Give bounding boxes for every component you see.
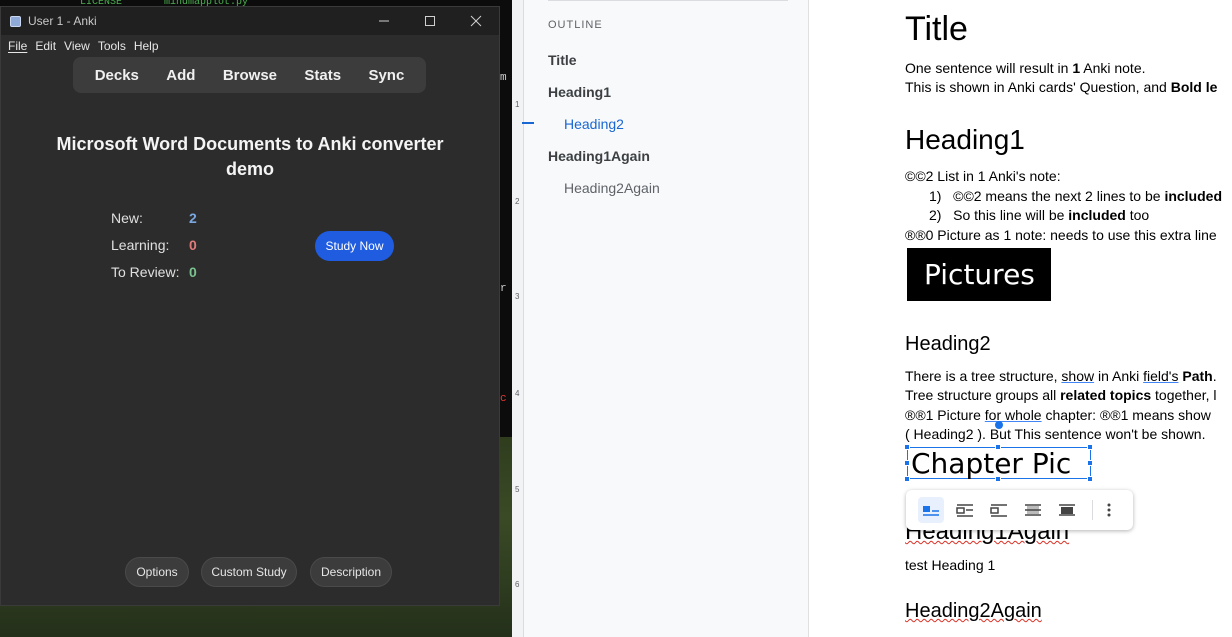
outline-item-title[interactable]: Title [548,52,577,68]
outline-item-heading2again[interactable]: Heading2Again [564,180,660,196]
menu-help[interactable]: Help [134,39,159,53]
outline-item-heading1[interactable]: Heading1 [548,84,611,100]
maximize-button[interactable] [407,7,453,35]
doc-image-pictures[interactable]: Pictures [907,248,1051,301]
outline-item-heading1again[interactable]: Heading1Again [548,148,650,164]
options-button[interactable]: Options [125,557,189,587]
minimize-icon [379,20,389,22]
doc-list-item[interactable]: 2) So this line will be included too [929,206,1149,225]
deck-title: Microsoft Word Documents to Anki convert… [56,134,444,179]
resize-handle[interactable] [995,444,1001,450]
doc-paragraph[interactable]: One sentence will result in 1 Anki note. [905,59,1146,78]
stat-learning-value: 0 [189,237,197,253]
menu-tools[interactable]: Tools [98,39,126,53]
custom-study-button[interactable]: Custom Study [201,557,297,587]
in-front-of-text-icon[interactable] [1054,497,1080,523]
menubar: File Edit View Tools Help [1,35,499,57]
inline-icon[interactable] [918,497,944,523]
description-button[interactable]: Description [310,557,392,587]
toolbar-separator [1092,500,1093,520]
doc-paragraph[interactable]: ( Heading2 ). But This sentence won't be… [905,425,1205,444]
more-options-icon[interactable] [1101,497,1117,523]
outline-active-indicator [522,122,534,124]
doc-paragraph[interactable]: There is a tree structure, show in Anki … [905,367,1217,386]
toolbar-sync[interactable]: Sync [368,67,404,84]
resize-handle[interactable] [904,476,910,482]
close-icon [470,15,482,27]
menu-edit[interactable]: Edit [35,39,56,53]
close-button[interactable] [453,7,499,35]
doc-paragraph[interactable]: ®®1 Picture for whole chapter: ®®1 means… [905,406,1211,425]
terminal-fragment: c [500,393,507,405]
resize-handle[interactable] [904,444,910,450]
toolbar-browse[interactable]: Browse [223,67,277,84]
resize-handle[interactable] [995,476,1001,482]
main-toolbar: Decks Add Browse Stats Sync [73,57,426,93]
anki-app-icon [10,15,21,27]
stat-review-value: 0 [189,264,197,280]
resize-handle[interactable] [1087,460,1093,466]
menu-file[interactable]: File [8,39,27,53]
resize-handle[interactable] [1087,476,1093,482]
doc-paragraph[interactable]: Tree structure groups all related topics… [905,386,1217,405]
doc-paragraph[interactable]: This is shown in Anki cards' Question, a… [905,78,1217,97]
toolbar-add[interactable]: Add [166,67,195,84]
toolbar-decks[interactable]: Decks [95,67,139,84]
resize-handle[interactable] [904,460,910,466]
terminal-fragment: m [500,72,507,84]
stat-review-label: To Review: [111,264,180,280]
break-text-icon[interactable] [986,497,1012,523]
doc-heading2[interactable]: Heading2 [905,333,991,356]
ruler-mark: 3 [515,292,520,301]
doc-heading2again[interactable]: Heading2Again [905,600,1042,623]
wrap-text-icon[interactable] [952,497,978,523]
window-title: User 1 - Anki [28,14,97,28]
window-titlebar[interactable]: User 1 - Anki [1,7,499,35]
doc-image-chapter-pic[interactable]: Chapter Pic [907,447,1091,480]
doc-list-item[interactable]: 1) ©©2 means the next 2 lines to be incl… [929,187,1222,206]
divider [548,0,788,1]
minimize-button[interactable] [361,7,407,35]
stat-learning-label: Learning: [111,237,170,253]
ruler-mark: 4 [515,389,520,398]
ruler-mark: 1 [515,100,520,109]
behind-text-icon[interactable] [1020,497,1046,523]
doc-heading1[interactable]: Heading1 [905,124,1025,156]
menu-view[interactable]: View [64,39,90,53]
ruler-mark: 5 [515,485,520,494]
vertical-ruler: 1 2 3 4 5 6 [512,0,524,637]
study-now-button[interactable]: Study Now [315,231,394,261]
image-options-toolbar [906,490,1133,530]
ruler-mark: 6 [515,580,520,589]
resize-handle[interactable] [1087,444,1093,450]
anki-window: User 1 - Anki File Edit View Tools Help … [0,6,500,606]
outline-heading: OUTLINE [548,19,603,31]
outline-item-heading2[interactable]: Heading2 [564,116,624,132]
stat-new-value: 2 [189,210,197,226]
toolbar-stats[interactable]: Stats [304,67,341,84]
stat-new-label: New: [111,210,143,226]
rotate-handle[interactable] [995,421,1003,429]
doc-paragraph[interactable]: ®®0 Picture as 1 note: needs to use this… [905,226,1217,245]
doc-paragraph[interactable]: test Heading 1 [905,556,995,575]
ruler-mark: 2 [515,197,520,206]
terminal-fragment: r [500,283,507,295]
maximize-icon [425,16,435,26]
doc-paragraph[interactable]: ©©2 List in 1 Anki's note: [905,167,1061,186]
doc-title[interactable]: Title [905,10,968,49]
